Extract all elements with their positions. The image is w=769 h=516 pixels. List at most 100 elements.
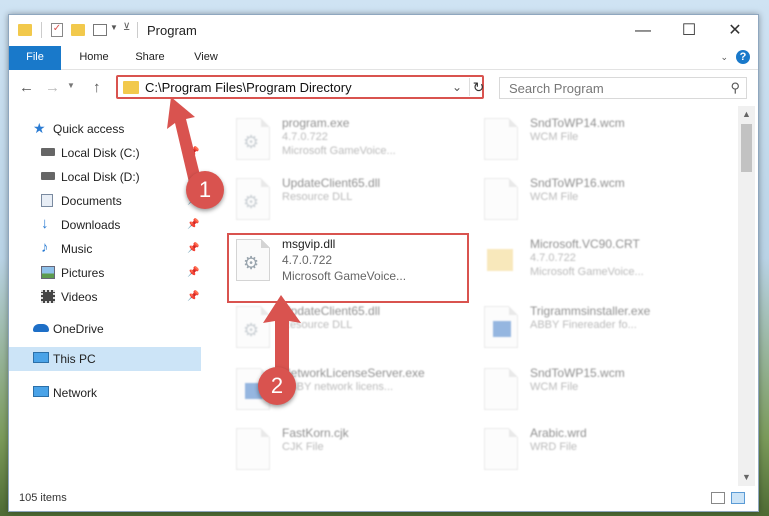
folder-icon <box>484 239 518 281</box>
sidebar-item-network[interactable]: Network <box>9 382 201 404</box>
file-description: Microsoft GameVoice... <box>530 266 644 278</box>
sidebar-item-label: Music <box>61 242 93 256</box>
file-icon <box>484 368 518 410</box>
file-name: SndToWP15.wcm <box>530 366 625 380</box>
file-item[interactable]: Arabic.wrd WRD File <box>484 426 724 478</box>
file-description: ABBY Finereader fo... <box>530 319 637 331</box>
explorer-window: ✓ ▼ ⊻ Program — ☐ ✕ File Home Share View… <box>8 14 759 512</box>
up-arrow-icon[interactable]: ↑ <box>93 79 101 96</box>
sidebar-item-label: This PC <box>53 352 96 366</box>
file-icon <box>236 428 270 470</box>
scroll-down-icon[interactable]: ▼ <box>742 472 751 482</box>
download-icon: ↓ <box>41 215 49 232</box>
minimize-button[interactable]: — <box>620 15 666 46</box>
divider <box>41 22 42 38</box>
help-icon[interactable]: ? <box>736 50 750 64</box>
sidebar-item-label: Quick access <box>53 122 125 136</box>
status-bar: 105 items <box>9 487 758 511</box>
file-type: Resource DLL <box>282 191 353 203</box>
computer-icon <box>33 352 49 363</box>
file-type: WRD File <box>530 441 578 453</box>
sidebar-item-onedrive[interactable]: OneDrive <box>9 318 201 340</box>
title-bar: ✓ ▼ ⊻ Program — ☐ ✕ <box>9 15 758 46</box>
new-folder-icon[interactable] <box>71 24 85 36</box>
file-description: Microsoft GameVoice... <box>282 145 396 157</box>
chevron-down-icon[interactable]: ▼ <box>110 23 118 39</box>
recent-chevron-icon[interactable]: ▼ <box>67 81 75 90</box>
file-item[interactable]: Microsoft.VC90.CRT 4.7.0.722 Microsoft G… <box>484 237 724 289</box>
file-name: Microsoft.VC90.CRT <box>530 237 640 251</box>
window-title: Program <box>147 23 197 38</box>
sidebar-item-pictures[interactable]: Pictures 📌 <box>9 262 201 284</box>
customize-icon[interactable] <box>93 24 107 36</box>
network-icon <box>33 386 49 397</box>
step-badge-2: 2 <box>258 367 296 405</box>
tab-share[interactable]: Share <box>125 46 175 69</box>
file-item[interactable]: FastKorn.cjk CJK File <box>236 426 476 478</box>
folder-icon <box>123 81 139 94</box>
drive-icon <box>41 148 55 156</box>
forward-arrow-icon[interactable]: → <box>45 79 60 96</box>
file-item[interactable]: SndToWP14.wcm WCM File <box>484 116 724 168</box>
file-type: CJK File <box>282 441 324 453</box>
details-view-icon[interactable] <box>711 492 725 504</box>
exe-icon: ⚙ <box>236 118 270 160</box>
sidebar-item-music[interactable]: ♪ Music 📌 <box>9 238 201 260</box>
installer-icon <box>484 306 518 348</box>
sidebar-item-label: Network <box>53 386 98 400</box>
file-icon <box>484 428 518 470</box>
search-placeholder: Search Program <box>509 81 604 96</box>
file-item[interactable]: ⚙ UpdateClient65.dll Resource DLL <box>236 176 476 228</box>
sidebar-item-videos[interactable]: Videos 📌 <box>9 286 201 308</box>
file-version: 4.7.0.722 <box>282 131 328 143</box>
music-icon: ♪ <box>41 239 49 256</box>
ribbon-tabs: File Home Share View ⌄ ? <box>9 46 758 98</box>
sidebar-item-label: Pictures <box>61 266 105 280</box>
pin-icon[interactable]: 📌 <box>187 267 199 278</box>
file-name: UpdateClient65.dll <box>282 176 381 190</box>
file-name: SndToWP16.wcm <box>530 176 625 190</box>
back-arrow-icon[interactable]: ← <box>19 79 34 96</box>
file-item[interactable]: ⚙ program.exe 4.7.0.722 Microsoft GameVo… <box>236 116 476 168</box>
file-name: program.exe <box>282 116 350 130</box>
pin-icon[interactable]: 📌 <box>187 219 199 230</box>
sidebar-item-label: Local Disk (D:) <box>61 170 140 184</box>
pin-icon[interactable]: 📌 <box>187 291 199 302</box>
pin-icon[interactable]: 📌 <box>187 243 199 254</box>
address-path[interactable]: C:\Program Files\Program Directory <box>145 80 352 95</box>
tab-home[interactable]: Home <box>69 46 119 69</box>
file-type: WCM File <box>530 191 579 203</box>
sidebar-item-label: Local Disk (C:) <box>61 146 140 160</box>
maximize-button[interactable]: ☐ <box>666 15 712 46</box>
pictures-icon <box>41 266 55 279</box>
folder-icon <box>18 24 32 36</box>
dll-icon: ⚙ <box>236 178 270 220</box>
star-icon: ★ <box>33 120 46 136</box>
sidebar-item-downloads[interactable]: ↓ Downloads 📌 <box>9 214 201 236</box>
sidebar-item-label: OneDrive <box>53 322 104 336</box>
file-item[interactable]: SndToWP15.wcm WCM File <box>484 366 724 418</box>
tiles-view-icon[interactable] <box>731 492 745 504</box>
file-name: FastKorn.cjk <box>282 426 349 440</box>
sidebar-item-this-pc[interactable]: This PC <box>9 347 201 371</box>
chevron-down-icon[interactable]: ⌄ <box>452 80 462 94</box>
sidebar-item-label: Documents <box>61 194 122 208</box>
search-input[interactable]: Search Program ⚲ <box>499 77 747 99</box>
file-name: SndToWP14.wcm <box>530 116 625 130</box>
tab-view[interactable]: View <box>181 46 231 69</box>
close-button[interactable]: ✕ <box>712 15 758 46</box>
file-item[interactable]: Trigrammsinstaller.exe ABBY Finereader f… <box>484 304 724 356</box>
file-name: Arabic.wrd <box>530 426 587 440</box>
properties-icon[interactable]: ✓ <box>51 23 63 37</box>
file-item[interactable]: SndToWP16.wcm WCM File <box>484 176 724 228</box>
dropdown-icon[interactable]: ⊻ <box>123 22 130 38</box>
scroll-up-icon[interactable]: ▲ <box>742 109 751 119</box>
scroll-thumb[interactable] <box>741 124 752 172</box>
file-icon <box>484 178 518 220</box>
file-version: 4.7.0.722 <box>530 252 576 264</box>
divider <box>137 22 138 38</box>
search-icon[interactable]: ⚲ <box>730 80 740 96</box>
expand-ribbon-icon[interactable]: ⌄ <box>720 52 728 63</box>
refresh-icon[interactable]: ↻ <box>469 78 487 96</box>
vertical-scrollbar[interactable]: ▲ ▼ <box>738 106 755 486</box>
